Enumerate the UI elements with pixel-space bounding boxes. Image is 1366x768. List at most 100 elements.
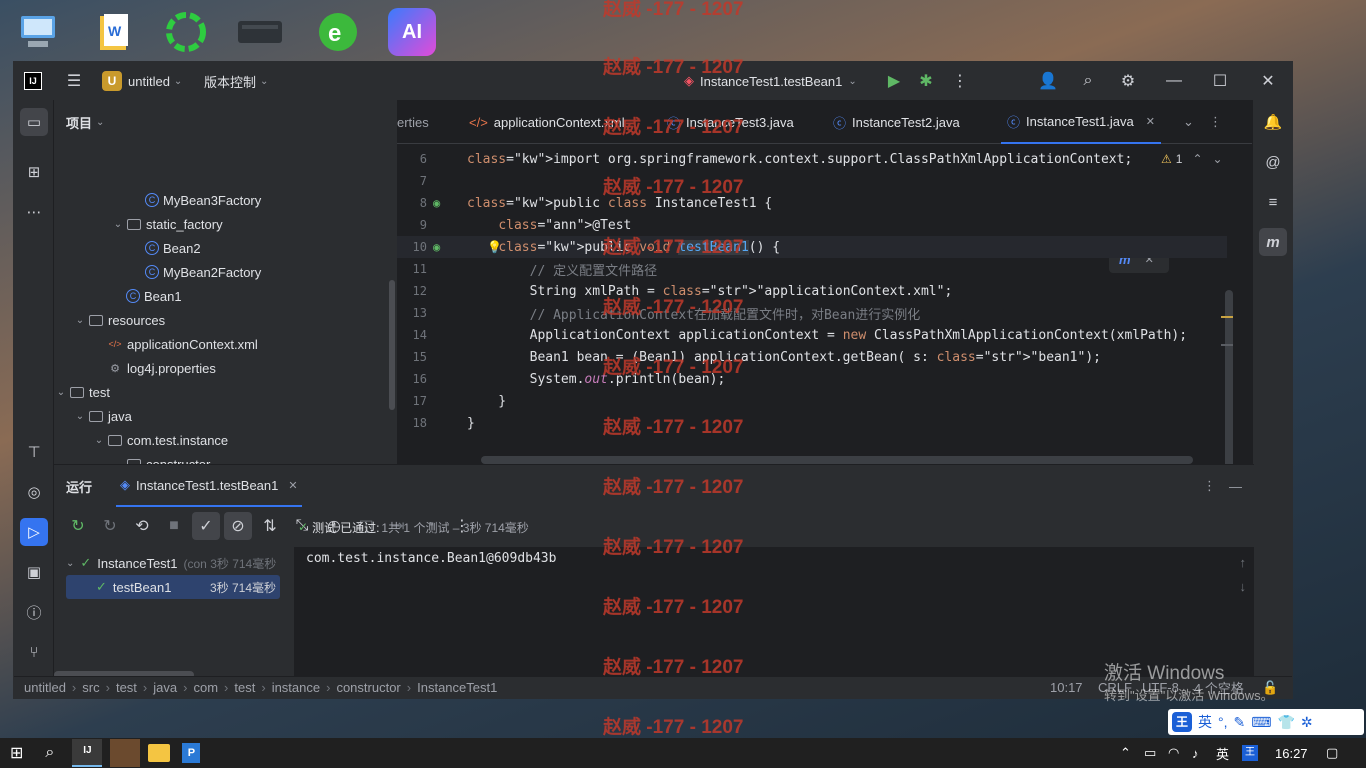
tree-item[interactable]: ⌄ test (54, 380, 110, 404)
minimize-panel-icon[interactable]: — (1229, 479, 1242, 494)
show-passed-icon[interactable]: ✓ (192, 512, 220, 540)
tree-item[interactable]: </> applicationContext.xml (91, 332, 257, 356)
test-suite-row[interactable]: ⌄ ✓ InstanceTest1 (con 3秒 714毫秒 (66, 551, 276, 575)
battery-icon[interactable]: ▭ (1144, 745, 1156, 761)
project-scrollbar[interactable] (389, 280, 395, 410)
breadcrumb-item[interactable]: com (193, 680, 218, 695)
notification-center-icon[interactable]: ▢ (1326, 745, 1338, 761)
clock[interactable]: 16:27 (1275, 746, 1308, 761)
run-gutter-icon[interactable]: ◉ (433, 196, 440, 210)
arrow-up-icon[interactable]: ↑ (1240, 555, 1247, 570)
keyboard-icon[interactable]: ⌨ (1251, 714, 1271, 731)
desktop-icon-ai[interactable]: AI (388, 8, 436, 56)
cursor-position[interactable]: 10:17 (1050, 680, 1083, 695)
code-line[interactable]: 11 // 定义配置文件路径 (397, 258, 1227, 280)
tab-instance-test1[interactable]: ⓒ InstanceTest1.java ✕ (1001, 100, 1161, 144)
arrow-down-icon[interactable]: ↓ (1240, 579, 1247, 594)
code-line[interactable]: 13 // ApplicationContext在加载配置文件时，对Bean进行… (397, 302, 1227, 324)
structure-tool-button[interactable]: ⊞ (20, 158, 48, 186)
minimize-button[interactable]: — (1160, 62, 1188, 100)
taskbar-lang[interactable]: 英 (1216, 744, 1229, 763)
tree-item[interactable]: C Bean2 (129, 236, 201, 260)
windows-start-icon[interactable]: ⊞ (10, 743, 23, 763)
run-tab[interactable]: ◈ InstanceTest1.testBean1 ✕ (116, 465, 302, 507)
project-tool-button[interactable]: ▭ (20, 108, 48, 136)
desktop-icon-device[interactable] (236, 8, 284, 56)
desktop-icon-computer[interactable] (14, 8, 62, 56)
punctuation-icon[interactable]: °, (1218, 714, 1228, 730)
tree-item[interactable]: ⌄ static_factory (110, 212, 223, 236)
breadcrumb-item[interactable]: java (153, 680, 177, 695)
code-line[interactable]: 18} (397, 412, 1227, 434)
sort-alpha-icon[interactable]: ⇅ (256, 512, 284, 540)
more-tools-button[interactable]: ⋯ (20, 198, 48, 226)
test-case-row[interactable]: ✓ testBean1 3秒 714毫秒 (66, 575, 280, 599)
tree-item[interactable]: ⌄ constructor (110, 452, 210, 464)
lightbulb-icon[interactable]: 💡 (487, 240, 502, 254)
build-tool-button[interactable]: ⊤ (20, 438, 48, 466)
code-line[interactable]: 17 } (397, 390, 1227, 412)
chevron-down-icon[interactable]: ⌄ (91, 435, 107, 446)
tab-instance-test3[interactable]: ⓒ InstanceTest3.java (667, 100, 794, 144)
vcs-menu[interactable]: 版本控制 ⌄ (204, 62, 268, 100)
presentation-app-icon[interactable]: P (182, 743, 201, 763)
settings-button[interactable]: ⚙ (1114, 62, 1142, 100)
code-line[interactable]: 7 (397, 170, 1227, 192)
file-explorer-icon[interactable] (148, 744, 171, 762)
tab-properties[interactable]: erties (397, 100, 429, 144)
maximize-button[interactable]: ☐ (1206, 62, 1234, 100)
search-button[interactable]: ⌕ (1074, 62, 1102, 100)
add-user-button[interactable]: 👤 (1034, 62, 1062, 100)
tab-more-button[interactable]: ⋮ (1209, 100, 1222, 144)
code-line[interactable]: 15 Bean1 bean = (Bean1) applicationConte… (397, 346, 1227, 368)
close-icon[interactable]: ✕ (288, 479, 297, 492)
more-vertical-icon[interactable]: ⋮ (1203, 478, 1216, 494)
breadcrumb-item[interactable]: constructor (336, 680, 400, 695)
tab-application-context[interactable]: </> applicationContext.xml (469, 100, 625, 144)
pen-icon[interactable]: ✎ (1234, 714, 1246, 731)
tree-item[interactable]: ⚙ log4j.properties (91, 356, 216, 380)
desktop-icon-browser[interactable]: e (314, 8, 362, 56)
chevron-down-icon[interactable]: ⌄ (72, 411, 88, 422)
app-taskbar-icon[interactable] (110, 739, 141, 767)
desktop-icon-documents[interactable]: W (90, 8, 138, 56)
run-button[interactable]: ▶ (880, 62, 908, 100)
breadcrumb-item[interactable]: test (116, 680, 137, 695)
code-line[interactable]: 9 class="ann">@Test (397, 214, 1227, 236)
services-tool-button[interactable]: ◎ (20, 478, 48, 506)
terminal-tool-button[interactable]: ▣ (20, 558, 48, 586)
rerun-icon[interactable]: ↻ (64, 512, 92, 540)
problems-tool-button[interactable]: ⓘ (20, 598, 48, 626)
tree-item[interactable]: C MyBean3Factory (129, 188, 261, 212)
project-switcher[interactable]: U untitled ⌄ (102, 62, 182, 100)
stop-icon[interactable]: ■ (160, 512, 188, 540)
desktop-icon-360[interactable] (162, 8, 210, 56)
chevron-down-icon[interactable]: ⌄ (72, 315, 88, 326)
breadcrumb-item[interactable]: untitled (24, 680, 66, 695)
git-tool-button[interactable]: ⑂ (20, 638, 48, 666)
breadcrumb-item[interactable]: test (234, 680, 255, 695)
toggle-auto-test-icon[interactable]: ⟲ (128, 512, 156, 540)
breadcrumb-item[interactable]: instance (272, 680, 320, 695)
close-window-button[interactable]: ✕ (1254, 62, 1282, 100)
run-gutter-icon[interactable]: ◉ (433, 240, 440, 254)
more-actions-button[interactable]: ⋮ (946, 62, 974, 100)
rerun-failed-icon[interactable]: ↻ (96, 512, 124, 540)
run-tool-button[interactable]: ▷ (20, 518, 48, 546)
close-tab-icon[interactable]: ✕ (1146, 115, 1155, 128)
breadcrumb-item[interactable]: src (82, 680, 99, 695)
ime-mode[interactable]: 英 (1198, 712, 1212, 732)
tab-instance-test2[interactable]: ⓒ InstanceTest2.java (833, 100, 960, 144)
tree-item[interactable]: C MyBean2Factory (129, 260, 261, 284)
debug-button[interactable]: ✱ (912, 62, 940, 100)
chevron-down-icon[interactable]: ⌄ (54, 387, 69, 398)
database-button[interactable]: ≡ (1259, 188, 1287, 216)
run-config-selector[interactable]: ◈ InstanceTest1.testBean1 ⌄ (684, 62, 857, 100)
ime-logo-icon[interactable]: 王 (1172, 712, 1192, 732)
chevron-down-icon[interactable]: ⌄ (110, 219, 126, 230)
volume-icon[interactable]: ♪ (1192, 746, 1199, 761)
skin-icon[interactable]: 👕 (1277, 714, 1294, 731)
breadcrumb-item[interactable]: InstanceTest1 (417, 680, 497, 695)
main-menu-icon[interactable]: ☰ (60, 62, 88, 100)
tree-item[interactable]: ⌄ java (72, 404, 132, 428)
